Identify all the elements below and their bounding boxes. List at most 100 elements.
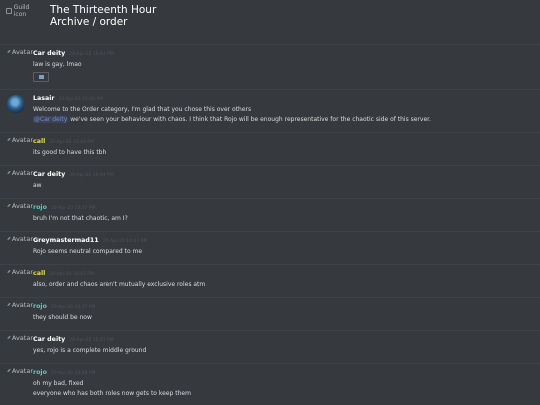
message-text: also, order and chaos aren't mutually ex…: [33, 281, 206, 288]
broken-image-icon: [7, 170, 11, 175]
message-meta: Greymastermad11 20-Apr-20 10:47 PM: [33, 236, 534, 247]
timestamp: 20-Apr-20 10:47 PM: [102, 239, 148, 244]
image-icon: [38, 75, 44, 79]
author-name[interactable]: rojo: [33, 203, 47, 213]
message-content: Greymastermad11 20-Apr-20 10:47 PM Rojo se…: [33, 232, 534, 264]
broken-image-icon: [7, 335, 11, 340]
message-meta: Car deity 20-Apr-20 10:44 PM: [33, 49, 534, 60]
author-name[interactable]: Car deity: [33, 49, 65, 59]
avatar[interactable]: Avatar: [7, 45, 33, 89]
message-group: Avatar Car deity 20-Apr-20 10:47 PM yes, ro…: [0, 330, 540, 363]
timestamp: 20-Apr-20 10:44 PM: [69, 173, 114, 178]
message-text: Rojo seems neutral compared to me: [33, 248, 143, 255]
broken-image-icon: [7, 302, 11, 307]
broken-image-icon: [7, 236, 11, 241]
message-group: Avatar rojo 20-Apr-20 10:47 PM they should …: [0, 297, 540, 330]
timestamp: 20-Apr-20 10:47 PM: [49, 272, 94, 277]
avatar-alt: Avatar: [7, 334, 33, 342]
message-content: rojo 20-Apr-20 10:47 PM they should be now: [33, 298, 534, 330]
avatar-image: [7, 95, 25, 113]
avatar-alt: Avatar: [7, 202, 33, 210]
avatar[interactable]: Avatar: [7, 364, 33, 403]
message-text: law is gay, lmao: [33, 61, 82, 68]
message-meta: call 20-Apr-20 10:44 PM: [33, 137, 534, 148]
avatar-alt-text: Avatar: [11, 136, 33, 144]
timestamp: 20-Apr-20 10:44 PM: [69, 52, 114, 57]
avatar[interactable]: Avatar: [7, 331, 33, 363]
broken-image-icon: [7, 49, 11, 54]
message-text: Welcome to the Order category, I'm glad …: [33, 106, 252, 113]
message-content: call 20-Apr-20 10:44 PM its good to have t…: [33, 133, 534, 165]
author-name[interactable]: rojo: [33, 302, 47, 312]
channel-header: Guild icon The Thirteenth Hour Archive /…: [0, 0, 540, 44]
timestamp: 20-Apr-20 10:47 PM: [50, 206, 96, 211]
author-name[interactable]: Greymastermad11: [33, 236, 99, 246]
timestamp: 20-Apr-20 10:47 PM: [69, 338, 114, 343]
timestamp: 20-Apr-20 10:44 PM: [58, 97, 104, 102]
avatar-alt-text: Avatar: [11, 334, 33, 342]
avatar-alt-text: Avatar: [11, 235, 33, 243]
broken-image-icon: [7, 203, 11, 208]
message-meta: Car deity 20-Apr-20 10:47 PM: [33, 335, 534, 346]
avatar[interactable]: Avatar: [7, 298, 33, 330]
attachment-image[interactable]: [33, 72, 49, 82]
avatar[interactable]: Avatar: [7, 166, 33, 198]
avatar[interactable]: Avatar: [7, 133, 33, 165]
message-content: rojo 20-Apr-20 10:47 PM bruh I'm not that …: [33, 199, 534, 231]
broken-image-icon: [7, 137, 11, 142]
message-text: @Car deity we've seen your behaviour wit…: [33, 115, 534, 125]
avatar-alt-text: Avatar: [11, 202, 33, 210]
avatar-alt: Avatar: [7, 367, 33, 375]
message-list: Avatar Car deity 20-Apr-20 10:44 PM law is …: [0, 44, 540, 403]
message-content: Car deity 20-Apr-20 10:44 PM aw: [33, 166, 534, 198]
avatar-alt-text: Avatar: [11, 268, 33, 276]
message-content: call 20-Apr-20 10:47 PM also, order and ch…: [33, 265, 534, 297]
message-group: Avatar call 20-Apr-20 10:44 PM its good to …: [0, 132, 540, 165]
guild-icon[interactable]: Guild icon: [6, 4, 42, 18]
message-text: everyone who has both roles now gets to …: [33, 390, 191, 397]
avatar-alt: Avatar: [7, 268, 33, 276]
message-text: aw: [33, 182, 42, 189]
channel-path: Archive / order: [50, 16, 128, 29]
avatar[interactable]: Avatar: [7, 199, 33, 231]
avatar[interactable]: Avatar: [7, 265, 33, 297]
avatar[interactable]: [7, 90, 33, 132]
author-name[interactable]: Lasair: [33, 94, 55, 104]
message-group: Avatar rojo 20-Apr-20 10:47 PM bruh I'm not…: [0, 198, 540, 231]
message-text: bruh I'm not that chaotic, am I?: [33, 215, 128, 222]
header-titles: The Thirteenth Hour Archive / order: [50, 4, 156, 28]
broken-image-icon: [7, 368, 11, 373]
timestamp: 20-Apr-20 10:48 PM: [50, 371, 96, 376]
message-content: Car deity 20-Apr-20 10:44 PM law is gay, l…: [33, 45, 534, 89]
message-meta: call 20-Apr-20 10:47 PM: [33, 269, 534, 280]
message-group: Avatar rojo 20-Apr-20 10:48 PM oh my bad, f…: [0, 363, 540, 403]
message-content: rojo 20-Apr-20 10:48 PM oh my bad, fixed ev…: [33, 364, 534, 403]
author-name[interactable]: Car deity: [33, 170, 65, 180]
broken-image-icon: [7, 269, 11, 274]
author-name[interactable]: call: [33, 137, 45, 147]
message-text: oh my bad, fixed: [33, 380, 84, 387]
author-name[interactable]: call: [33, 269, 45, 279]
message-group: Avatar Car deity 20-Apr-20 10:44 PM aw: [0, 165, 540, 198]
guild-icon-alt: Guild icon: [13, 4, 30, 18]
message-content: Lasair 20-Apr-20 10:44 PM Welcome to the O…: [33, 90, 534, 132]
timestamp: 20-Apr-20 10:44 PM: [49, 140, 94, 145]
message-meta: Car deity 20-Apr-20 10:44 PM: [33, 170, 534, 181]
avatar-alt: Avatar: [7, 48, 33, 56]
message-meta: Lasair 20-Apr-20 10:44 PM: [33, 94, 534, 105]
avatar[interactable]: Avatar: [7, 232, 33, 264]
message-text: yes, rojo is a complete middle ground: [33, 347, 147, 354]
message-group: Avatar call 20-Apr-20 10:47 PM also, order …: [0, 264, 540, 297]
avatar-alt-text: Avatar: [11, 301, 33, 309]
message-meta: rojo 20-Apr-20 10:47 PM: [33, 302, 534, 313]
broken-image-icon: [6, 8, 12, 14]
author-name[interactable]: Car deity: [33, 335, 65, 345]
message-text: its good to have this tbh: [33, 149, 107, 156]
avatar-alt: Avatar: [7, 136, 33, 144]
user-mention[interactable]: @Car deity: [33, 116, 69, 123]
message-text-rest: we've seen your behaviour with chaos. I …: [68, 116, 431, 123]
timestamp: 20-Apr-20 10:47 PM: [50, 305, 96, 310]
author-name[interactable]: rojo: [33, 368, 47, 378]
avatar-alt-text: Avatar: [11, 48, 33, 56]
message-group: Avatar Greymastermad11 20-Apr-20 10:47 PM R…: [0, 231, 540, 264]
